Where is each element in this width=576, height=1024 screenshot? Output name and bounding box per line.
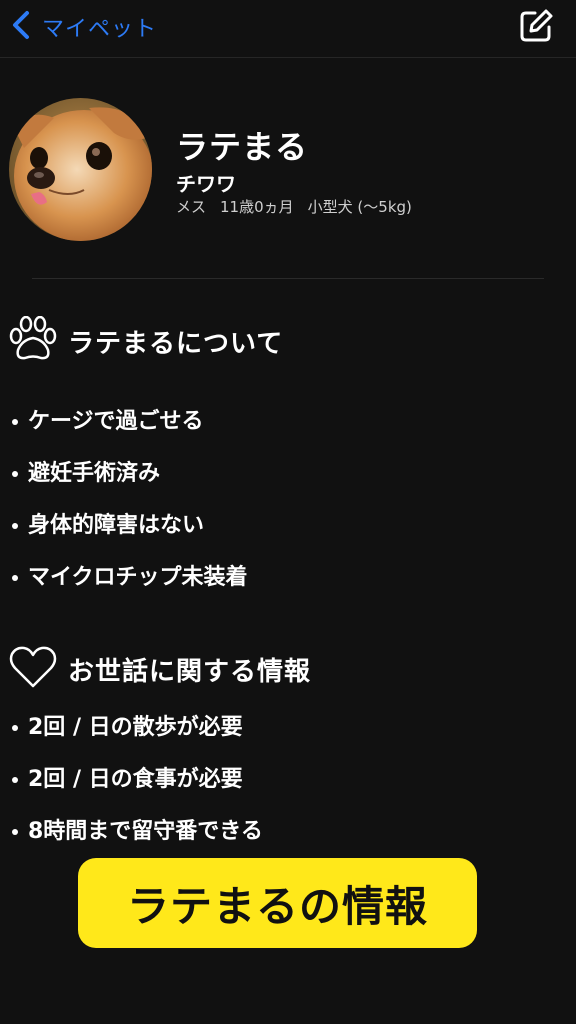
- list-item-text: 避妊手術済み: [28, 461, 161, 486]
- care-list: 2回 / 日の散歩が必要 2回 / 日の食事が必要 8時間まで留守番できる: [10, 702, 263, 858]
- list-item: 8時間まで留守番できる: [10, 806, 263, 858]
- pet-profile-screen: マイペット ラテまる チワワ メス 11歳0ヵ月 小型犬 (〜5kg) ラテまる…: [0, 0, 576, 1024]
- bullet: [12, 523, 18, 529]
- list-item-text: ケージで過ごせる: [28, 409, 204, 434]
- heart-icon: [8, 644, 58, 694]
- list-item: 身体的障害はない: [10, 500, 248, 552]
- list-item-text: 8時間まで留守番できる: [28, 819, 263, 844]
- bullet: [12, 829, 18, 835]
- pet-sex: メス: [176, 198, 207, 216]
- care-section-header: お世話に関する情報: [8, 644, 311, 694]
- list-item: 避妊手術済み: [10, 448, 248, 500]
- care-title: お世話に関する情報: [68, 656, 312, 687]
- info-banner: ラテまるの情報: [78, 858, 477, 948]
- bullet: [12, 575, 18, 581]
- list-item-text: 2回 / 日の散歩が必要: [28, 715, 243, 740]
- pet-avatar: [9, 98, 152, 241]
- chevron-left-icon: [10, 10, 32, 44]
- pet-age: 11歳0ヵ月: [220, 198, 294, 216]
- bullet: [12, 777, 18, 783]
- about-list: ケージで過ごせる 避妊手術済み 身体的障害はない マイクロチップ未装着: [10, 396, 248, 604]
- paw-icon: [8, 315, 58, 366]
- about-section-header: ラテまるについて: [8, 315, 284, 366]
- pet-name: ラテまる: [176, 128, 309, 166]
- list-item: 2回 / 日の食事が必要: [10, 754, 263, 806]
- pet-meta: メス 11歳0ヵ月 小型犬 (〜5kg): [176, 196, 412, 217]
- pet-size: 小型犬 (〜5kg): [307, 198, 412, 216]
- edit-square-icon: [518, 9, 554, 48]
- back-button[interactable]: マイペット: [10, 8, 157, 46]
- list-item-text: 身体的障害はない: [28, 513, 205, 538]
- bullet: [12, 725, 18, 731]
- edit-button[interactable]: [518, 8, 554, 44]
- list-item: マイクロチップ未装着: [10, 552, 248, 604]
- about-title: ラテまるについて: [68, 328, 284, 359]
- pet-breed: チワワ: [176, 172, 236, 196]
- list-item-text: マイクロチップ未装着: [28, 565, 248, 590]
- list-item-text: 2回 / 日の食事が必要: [28, 767, 243, 792]
- banner-text: ラテまるの情報: [126, 881, 428, 931]
- list-item: 2回 / 日の散歩が必要: [10, 702, 263, 754]
- back-button-label: マイペット: [42, 17, 158, 42]
- dog-photo: [9, 98, 152, 241]
- bullet: [12, 419, 18, 425]
- navigation-bar: マイペット: [0, 0, 576, 58]
- bullet: [12, 471, 18, 477]
- list-item: ケージで過ごせる: [10, 396, 248, 448]
- divider: [32, 278, 544, 279]
